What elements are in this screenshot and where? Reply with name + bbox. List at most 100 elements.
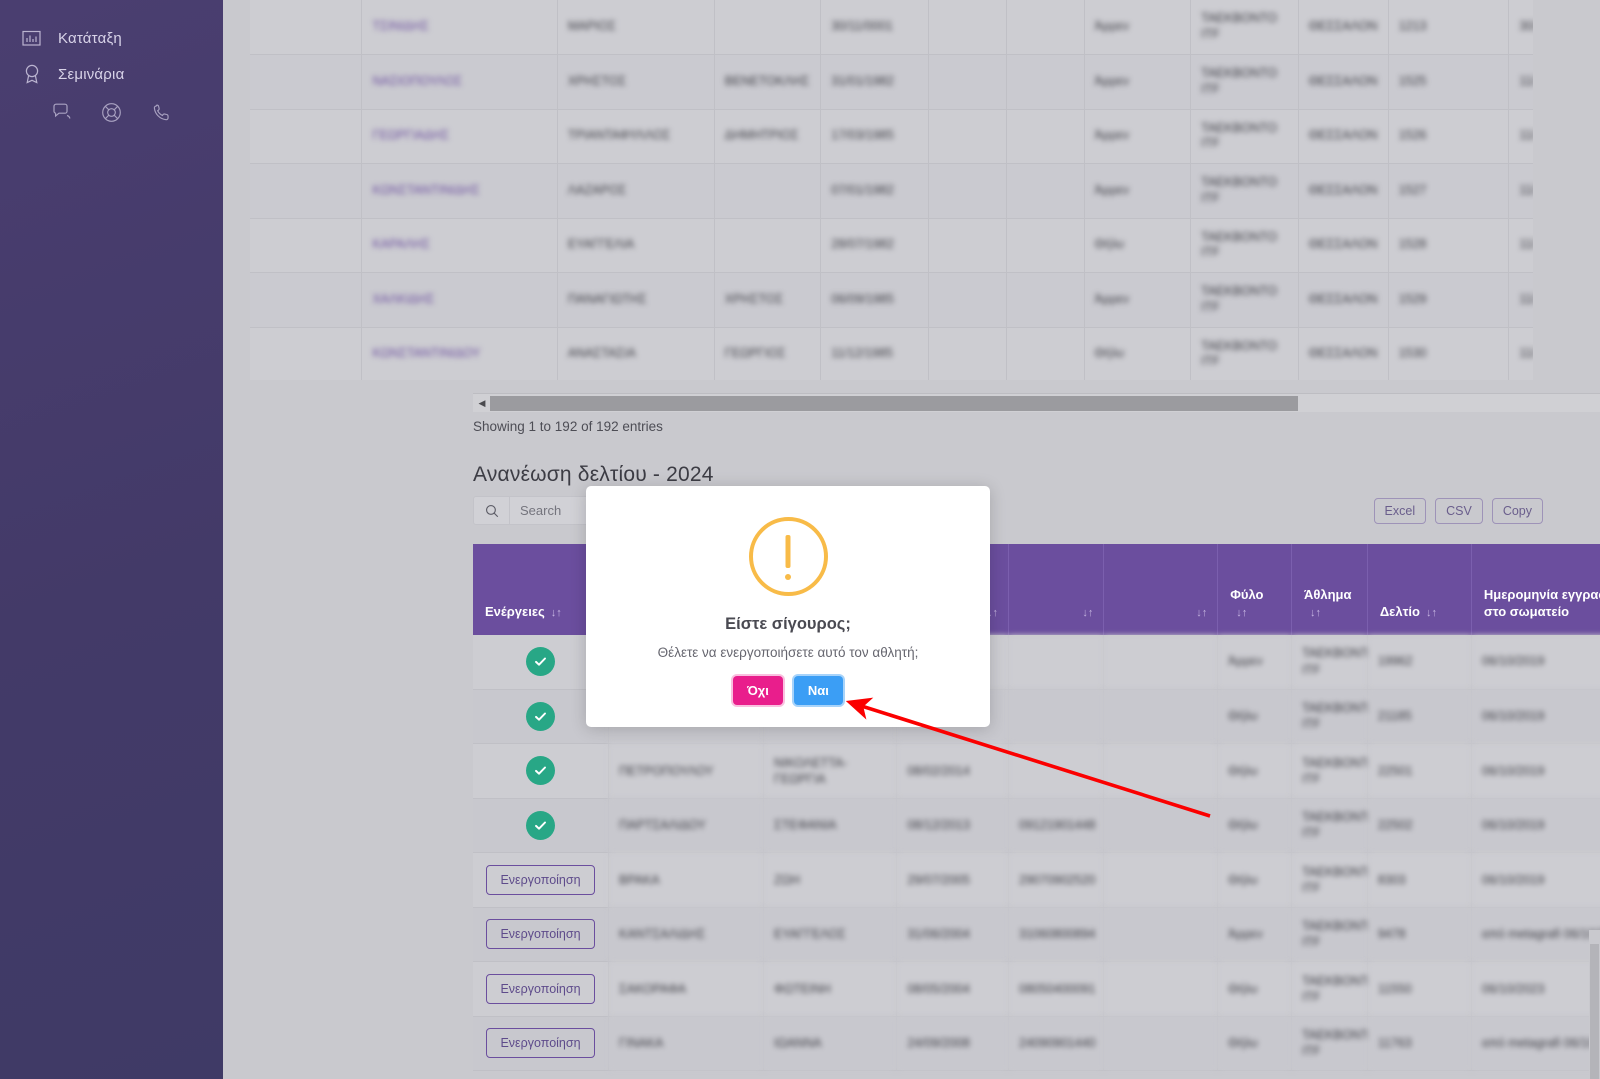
activate-button[interactable]: Ενεργοποίηση — [486, 919, 595, 950]
sort-toggle-icon[interactable]: ↓↑ — [1310, 606, 1321, 620]
table-row[interactable]: ΚΩΝΣΤΑΝΤΙΝΙΔΗΣ ΛΑΖΑΡΟΣ 07/01/1982 Άρρεν ΤΑΕΚ… — [250, 163, 1533, 219]
table-row[interactable]: Ενεργοποίηση ΣΑΚΟΡΑΦΑ ΦΩΤΕΙΝΗ 08/05/2004 080… — [473, 961, 1600, 1017]
table-cell: 06/09/1985 — [820, 272, 929, 328]
sort-toggle-icon[interactable]: ↓↑ — [1082, 606, 1093, 620]
life-ring-icon[interactable] — [100, 100, 124, 124]
warning-icon — [748, 517, 828, 596]
table-cell: ΣΑΚΟΡΑΦΑ — [608, 961, 765, 1017]
column-header-φύλο[interactable]: Φύλο ↓↑ — [1217, 544, 1292, 635]
table-cell: ΚΩΝΣΤΑΝΤΙΝΙΔΟΥ — [361, 327, 558, 380]
table-cell: ΘΕΣΣΑΛΟΝ — [1298, 0, 1389, 55]
table-cell: Άρρεν — [1084, 272, 1192, 328]
table-row[interactable]: ΠΑΡΤΣΑΛΙΔΟΥ ΣΤΕΦΑΝΙΑ 08/12/2013 09121901448… — [473, 798, 1600, 853]
sidebar-item-cutoff[interactable] — [0, 0, 223, 12]
phone-icon[interactable] — [150, 100, 174, 124]
column-header-άθλημα[interactable]: Άθλημα ↓↑ — [1291, 544, 1368, 635]
table-row[interactable]: Ενεργοποίηση ΓΙΝΑΚΑ ΙΩΑΝΝΑ 24/09/2008 240909… — [473, 1016, 1600, 1071]
column-header-label: Ημερομηνία εγγραφής στο σωματείο — [1483, 587, 1600, 619]
sidebar-item-katataxi[interactable]: Κατάταξη — [0, 20, 122, 56]
table-cell: ΧΡΗΣΤΟΣ — [557, 54, 715, 110]
table-cell — [1006, 272, 1085, 328]
table-row[interactable]: ΤΣΙΝΙΔΗΣ ΜΑΡΙΟΣ 30/11/0001 Άρρεν ΤΑΕΚΒΟΝΤΟ Ι… — [250, 0, 1533, 55]
award-icon — [22, 64, 48, 84]
table-cell: από metagrafi 06/10/2019 — [1471, 907, 1600, 962]
chat-icon[interactable] — [50, 100, 74, 124]
table-cell — [928, 54, 1007, 110]
table-cell: Θήλυ — [1217, 961, 1292, 1017]
action-cell — [473, 798, 609, 853]
sort-toggle-icon[interactable]: ↓↑ — [551, 606, 562, 620]
action-cell: Ενεργοποίηση — [473, 1016, 609, 1071]
table-cell: ΓΙΝΑΚΑ — [608, 1016, 765, 1071]
warning-icon-bar — [785, 535, 791, 568]
table-cell: 11763 — [1367, 1016, 1472, 1071]
table-cell: 22501 — [1367, 743, 1472, 799]
table-cell: ΒΕΝΕΤΟΚΛΗΣ — [714, 54, 822, 110]
export-csv-button[interactable]: CSV — [1435, 498, 1483, 524]
table-cell: 1529 — [1388, 272, 1510, 328]
column-header-blank-5[interactable]: ↓↑ — [1103, 544, 1219, 635]
no-button[interactable]: Όχι — [733, 676, 783, 705]
table-row[interactable]: ΝΑΣΙΟΠΟΥΛΟΣ ΧΡΗΣΤΟΣ ΒΕΝΕΤΟΚΛΗΣ 31/01/1982 Άρ… — [250, 54, 1533, 110]
sidebar-item-seminaria[interactable]: Σεμινάρια — [0, 56, 124, 92]
table-cell: 06/10/2019 — [1471, 743, 1600, 799]
table-row[interactable]: Ενεργοποίηση ΒΡΑΚΑ ΖΩΗ 29/07/2005 2907090252… — [473, 852, 1600, 908]
table-cell: ΝΙΚΟΛΕΤΤΑ- ΓΕΩΡΓΙΑ — [763, 743, 898, 799]
table-cell: ΝΑΣΙΟΠΟΥΛΟΣ — [361, 54, 558, 110]
activate-button[interactable]: Ενεργοποίηση — [486, 864, 595, 895]
table-cell: 11/12/2003 — [1508, 54, 1533, 110]
page-vertical-scrollbar[interactable] — [1589, 930, 1600, 1079]
table-cell: ΤΑΕΚΒΟΝΤΟ ΙΤF — [1291, 634, 1378, 690]
dialog-title: Είστε σίγουρος; — [725, 615, 851, 633]
table-cell: ΓΕΩΡΓΙΑΔΗΣ — [361, 109, 558, 164]
table-cell: ΤΑΕΚΒΟΝΤΟ ΙΤF — [1291, 743, 1378, 799]
table-cell — [1008, 743, 1105, 799]
table-row[interactable]: ΓΕΩΡΓΙΑΔΗΣ ΤΡΙΑΝΤΑΦΥΛΛΟΣ ΔΗΜΗΤΡΙΟΣ 17/03/19… — [250, 109, 1533, 164]
table-row[interactable]: ΚΑΡΑΛΗΣ ΕΥΑΓΓΕΛΙΑ 28/07/1982 Θήλυ ΤΑΕΚΒΟΝΤΟ … — [250, 218, 1533, 273]
check-icon[interactable] — [526, 756, 555, 786]
table-cell: ΘΕΣΣΑΛΟΝ — [1298, 163, 1389, 219]
yes-button[interactable]: Ναι — [793, 676, 843, 705]
sort-toggle-icon[interactable]: ↓↑ — [1196, 606, 1207, 620]
table-cell — [1006, 327, 1085, 380]
sort-toggle-icon[interactable]: ↓↑ — [1236, 606, 1247, 620]
table-row[interactable]: ΠΕΤΡΟΠΟΥΛΟΥ ΝΙΚΟΛΕΤΤΑ- ΓΕΩΡΓΙΑ 08/02/2014 Θ… — [473, 743, 1600, 799]
column-header-ημερομηνία-εγγραφής-στο-σωματείο[interactable]: Ημερομηνία εγγραφής στο σωματείο↓↑ — [1471, 544, 1600, 635]
table-cell: 11/12/2003 — [1508, 272, 1533, 328]
horizontal-scroll-thumb[interactable] — [490, 396, 1298, 411]
table-cell: 11/12/2003 — [1508, 327, 1533, 380]
table-cell: ΤΑΕΚΒΟΝΤΟ ΙΤF — [1291, 852, 1378, 908]
column-header-δελτίο[interactable]: Δελτίο ↓↑ — [1367, 544, 1472, 635]
activate-button[interactable]: Ενεργοποίηση — [486, 1028, 595, 1059]
column-header-blank-4[interactable]: ↓↑ — [1008, 544, 1105, 635]
export-excel-button[interactable]: Excel — [1373, 498, 1427, 524]
table-cell: 11/12/2003 — [1508, 218, 1533, 273]
sort-toggle-icon[interactable]: ↓↑ — [1426, 606, 1437, 620]
table-cell — [250, 54, 363, 110]
table-cell: 11/12/1985 — [820, 327, 929, 380]
table-cell — [1103, 852, 1219, 908]
upper-table-horizontal-scrollbar[interactable]: ◀ ▶ — [473, 393, 1600, 412]
table-cell: ΚΩΝΣΤΑΝΤΙΝΙΔΗΣ — [361, 163, 558, 219]
table-row[interactable]: Ενεργοποίηση ΚΑΝΤΣΑΛΙΔΗΣ ΕΥΑΓΓΕΛΟΣ 31/06/20… — [473, 907, 1600, 962]
table-cell: ΤΡΙΑΝΤΑΦΥΛΛΟΣ — [557, 109, 715, 164]
page-scroll-thumb[interactable] — [1590, 944, 1599, 1079]
check-icon[interactable] — [526, 647, 555, 676]
check-icon[interactable] — [526, 701, 555, 731]
table-cell — [928, 0, 1007, 55]
dialog-buttons: Όχι Ναι — [586, 676, 990, 705]
scroll-left-arrow-icon[interactable]: ◀ — [475, 396, 489, 411]
table-cell: 22502 — [1367, 798, 1472, 853]
upper-table-scroll-container[interactable]: ΤΣΙΝΙΔΗΣ ΜΑΡΙΟΣ 30/11/0001 Άρρεν ΤΑΕΚΒΟΝΤΟ Ι… — [250, 0, 1533, 380]
table-cell: ΤΑΕΚΒΟΝΤΟ ΙΤF — [1190, 272, 1299, 328]
column-header-label: Ενέργειες — [485, 603, 545, 619]
check-icon[interactable] — [526, 810, 555, 840]
table-cell: 06/10/2023 — [1471, 961, 1600, 1017]
table-row[interactable]: ΚΩΝΣΤΑΝΤΙΝΙΔΟΥ ΑΝΑΣΤΑΣΙΑ ΓΕΩΡΓΙΟΣ 11/12/198… — [250, 327, 1533, 380]
activate-button[interactable]: Ενεργοποίηση — [486, 973, 595, 1004]
export-copy-button[interactable]: Copy — [1491, 498, 1543, 524]
table-cell: ΣΤΕΦΑΝΙΑ — [763, 798, 898, 853]
table-cell: 1530 — [1388, 327, 1510, 380]
table-cell: από metagrafi 06/10/2019 — [1471, 1016, 1600, 1071]
table-row[interactable]: ΧΑΛΚΙΔΗΣ ΠΑΝΑΓΙΩΤΗΣ ΧΡΗΣΤΟΣ 06/09/1985 Άρρεν… — [250, 272, 1533, 328]
